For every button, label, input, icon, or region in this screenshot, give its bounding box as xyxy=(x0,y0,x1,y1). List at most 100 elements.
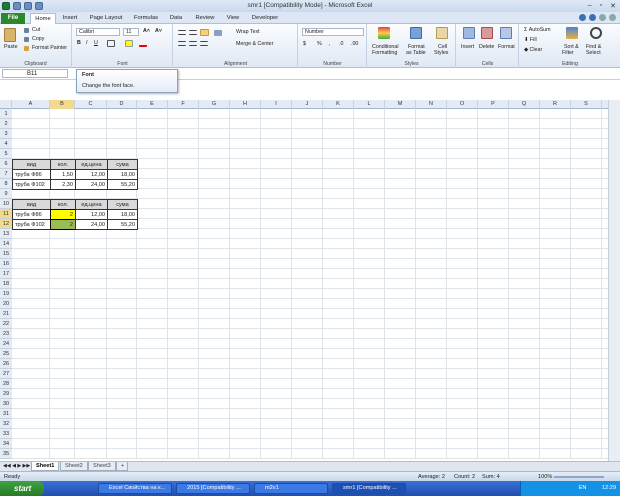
merge-center-button[interactable]: Merge & Center xyxy=(236,41,273,47)
format-cells-icon[interactable] xyxy=(500,27,512,39)
column-header-o[interactable]: O xyxy=(447,100,478,109)
window-minimize-icon[interactable] xyxy=(599,14,606,21)
format-cells-button[interactable]: Format xyxy=(498,44,515,50)
row-header[interactable]: 3 xyxy=(0,129,12,139)
column-header-r[interactable]: R xyxy=(540,100,571,109)
find-select-button-line2[interactable]: Select xyxy=(586,50,601,56)
zoom-slider[interactable] xyxy=(554,476,604,478)
conditional-formatting-button-line2[interactable]: Formatting xyxy=(372,50,397,56)
row-header[interactable]: 34 xyxy=(0,439,12,449)
align-right-icon[interactable] xyxy=(200,41,208,46)
sheet-nav-arrows[interactable]: ◀◀ ◀ ▶ ▶▶ xyxy=(3,463,30,469)
column-header-k[interactable]: K xyxy=(323,100,354,109)
percent-style-button[interactable]: % xyxy=(317,41,322,47)
column-header-g[interactable]: G xyxy=(199,100,230,109)
row-header[interactable]: 8 xyxy=(0,179,12,189)
row-header[interactable]: 4 xyxy=(0,139,12,149)
column-header-b[interactable]: B xyxy=(50,100,75,109)
align-center-icon[interactable] xyxy=(189,41,197,46)
column-header-f[interactable]: F xyxy=(168,100,199,109)
insert-sheet-tab[interactable]: + xyxy=(116,462,128,471)
comma-style-button[interactable]: , xyxy=(329,41,330,47)
taskbar-item-3[interactable]: m2v1 xyxy=(254,483,328,494)
tab-view[interactable]: View xyxy=(222,13,244,24)
table-cell[interactable]: 2,30 xyxy=(50,179,76,190)
row-header[interactable]: 29 xyxy=(0,389,12,399)
taskbar-item-1[interactable]: Excel Свойства на к... xyxy=(98,483,172,494)
row-header[interactable]: 1 xyxy=(0,109,12,119)
increase-decimal-button[interactable]: .0 xyxy=(339,41,343,47)
orientation-icon[interactable] xyxy=(214,30,222,36)
row-header[interactable]: 10 xyxy=(0,199,12,209)
font-color-icon[interactable] xyxy=(139,40,147,47)
accounting-format-button[interactable]: $ xyxy=(303,41,306,47)
row-header[interactable]: 16 xyxy=(0,259,12,269)
italic-button[interactable]: I xyxy=(86,40,87,46)
align-middle-icon[interactable] xyxy=(189,30,197,35)
underline-button[interactable]: U xyxy=(94,40,98,46)
row-header[interactable]: 25 xyxy=(0,349,12,359)
align-bottom-icon[interactable] xyxy=(200,29,209,36)
find-select-icon[interactable] xyxy=(590,27,602,39)
row-header[interactable]: 30 xyxy=(0,399,12,409)
row-header[interactable]: 19 xyxy=(0,289,12,299)
row-header[interactable]: 20 xyxy=(0,299,12,309)
worksheet-grid[interactable]: ABCDEFGHIJKLMNOPQRS 1 2 3 4 5 6 7 8 9 10 11 12 13 14 1… xyxy=(0,80,620,461)
table-cell[interactable]: 24,00 xyxy=(75,179,108,190)
row-header[interactable]: 13 xyxy=(0,229,12,239)
conditional-formatting-icon[interactable] xyxy=(378,27,390,39)
fill-color-icon[interactable] xyxy=(125,40,133,47)
delete-cells-icon[interactable] xyxy=(481,27,493,39)
select-all-corner[interactable] xyxy=(0,100,12,109)
row-header[interactable]: 14 xyxy=(0,239,12,249)
row-header[interactable]: 11 xyxy=(0,209,12,219)
row-header[interactable]: 17 xyxy=(0,269,12,279)
column-header-l[interactable]: L xyxy=(354,100,385,109)
format-painter-button[interactable]: Format Painter xyxy=(32,45,67,51)
column-header-i[interactable]: I xyxy=(261,100,292,109)
table-cell[interactable]: 24,00 xyxy=(75,219,108,230)
column-header-m[interactable]: M xyxy=(385,100,416,109)
paste-button[interactable]: Paste xyxy=(4,44,18,50)
tab-formulas[interactable]: Formulas xyxy=(130,13,162,24)
tab-developer[interactable]: Developer xyxy=(248,13,282,24)
tab-page-layout[interactable]: Page Layout xyxy=(86,13,126,24)
grow-font-button[interactable]: A˄ xyxy=(143,28,150,34)
sheet-tab-2[interactable]: Sheet2 xyxy=(60,462,88,471)
vertical-scrollbar[interactable] xyxy=(608,100,620,461)
table-cell[interactable]: 55,20 xyxy=(107,179,138,190)
font-size-combo[interactable]: 11 xyxy=(123,28,139,36)
insert-cells-icon[interactable] xyxy=(463,27,475,39)
table-cell[interactable]: 2 xyxy=(50,219,76,230)
tab-home[interactable]: Home xyxy=(30,13,56,24)
column-header-j[interactable]: J xyxy=(292,100,323,109)
close-icon[interactable]: ✕ xyxy=(610,2,616,10)
cut-button[interactable]: Cut xyxy=(32,27,40,33)
sort-filter-icon[interactable] xyxy=(566,27,578,39)
row-header[interactable]: 2 xyxy=(0,119,12,129)
row-header[interactable]: 26 xyxy=(0,359,12,369)
copy-button[interactable]: Copy xyxy=(32,36,44,42)
row-header[interactable]: 12 xyxy=(0,219,12,229)
ribbon-minimize-icon[interactable] xyxy=(579,14,586,21)
row-header[interactable]: 15 xyxy=(0,249,12,259)
table-cell[interactable]: труба Ф102 xyxy=(12,219,51,230)
row-header[interactable]: 7 xyxy=(0,169,12,179)
insert-cells-button[interactable]: Insert xyxy=(461,44,474,50)
wrap-text-button[interactable]: Wrap Text xyxy=(236,29,260,35)
row-header[interactable]: 18 xyxy=(0,279,12,289)
column-header-c[interactable]: C xyxy=(75,100,107,109)
format-as-table-icon[interactable] xyxy=(410,27,422,39)
row-header[interactable]: 33 xyxy=(0,429,12,439)
table-cell[interactable]: 55,20 xyxy=(107,219,138,230)
tab-insert[interactable]: Insert xyxy=(58,13,82,24)
column-header-d[interactable]: D xyxy=(107,100,137,109)
row-header[interactable]: 24 xyxy=(0,339,12,349)
bold-button[interactable]: B xyxy=(77,40,81,46)
maximize-icon[interactable]: ▫ xyxy=(600,2,602,10)
number-format-combo[interactable]: Number xyxy=(302,28,364,36)
sheet-tab-3[interactable]: Sheet3 xyxy=(88,462,116,471)
fill-button[interactable]: ⬇ Fill xyxy=(524,37,537,43)
cell-styles-button-line2[interactable]: Styles xyxy=(434,50,448,56)
clear-button[interactable]: ◆ Clear xyxy=(524,47,542,53)
